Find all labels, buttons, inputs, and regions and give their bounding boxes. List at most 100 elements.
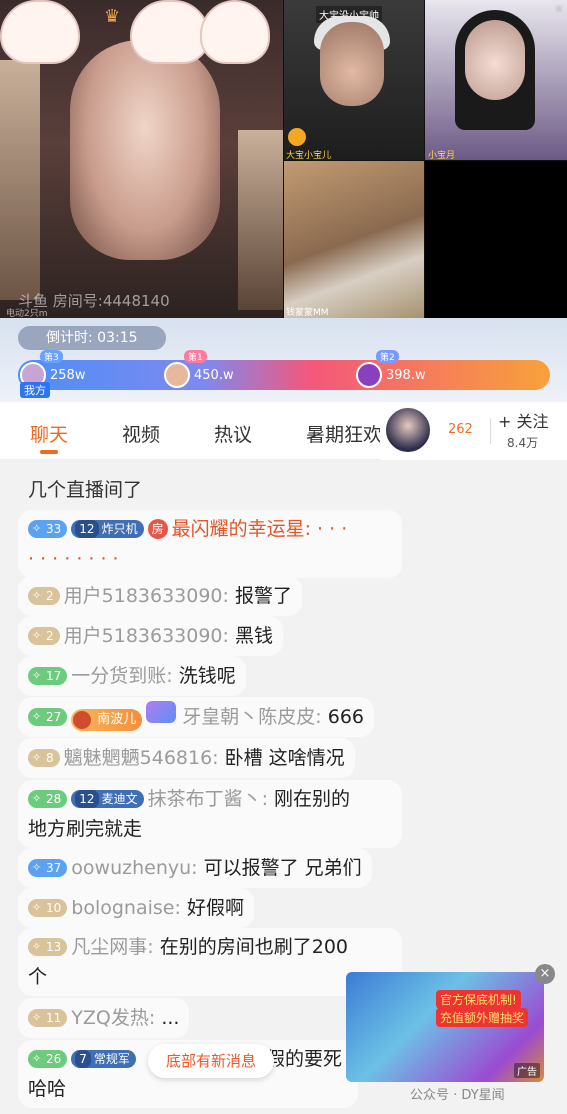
level-badge: 13 (28, 938, 68, 956)
room-tabs: 聊天 视频 热议 暑期狂欢 262 + 关注 8.4万 (0, 402, 567, 460)
list-item[interactable]: 3312炸只机房最闪耀的幸运星: · · · · · · · · · · · (18, 510, 402, 578)
message-text-cont: 哈哈 (28, 1078, 67, 1100)
level-badge: 17 (28, 667, 68, 685)
ad-banner[interactable]: 官方保底机制! 充值额外赠抽奖 广告 (346, 972, 544, 1082)
message-text: 卧槽 这啥情况 (224, 747, 345, 769)
tab-video[interactable]: 视频 (122, 420, 160, 447)
list-item[interactable]: 27 南波儿 牙皇朝丶陈皮皮: 666 (18, 697, 375, 737)
close-icon[interactable]: × (535, 964, 555, 984)
fan-name: 炸只机 (101, 522, 138, 536)
message-user[interactable]: 凡尘网事: (71, 936, 153, 958)
camera-small-label: 电动2只m (6, 309, 48, 318)
crown-icon: ♛ (104, 6, 121, 27)
message-text: 666 (327, 706, 365, 728)
message-text: 好假啊 (186, 897, 244, 919)
message-user[interactable]: 用户5183633090: (64, 625, 229, 647)
level-badge: 37 (28, 859, 68, 877)
pk-team-1[interactable]: 第1 450.w (164, 350, 234, 390)
medal-icon (146, 701, 177, 723)
list-item[interactable]: 37oowuzhenyu: 可以报警了 兄弟们 (18, 848, 372, 888)
ad-headline: 官方保底机制! (436, 990, 521, 1009)
ad-tag: 广告 (514, 1063, 540, 1078)
message-text-cont: 地方刷完就走 (28, 818, 143, 840)
pk-battle-bar[interactable]: 倒计时: 03:15 第3 258w 第1 450.w 第2 398.w 我方 (0, 318, 567, 402)
new-message-toast[interactable]: 底部有新消息 (148, 1044, 274, 1078)
my-side-label: 我方 (20, 382, 50, 398)
guest-face (465, 20, 525, 100)
fan-badge: 12 炸只机 (71, 520, 144, 538)
tab-summer-event[interactable]: 暑期狂欢 (306, 420, 382, 447)
message-text: 可以报警了 兄弟们 (203, 857, 362, 879)
tab-active-indicator (40, 450, 58, 454)
list-item[interactable]: 10bolognaise: 好假啊 (18, 888, 254, 928)
level-badge: 27 (28, 708, 68, 726)
follow-button[interactable]: + 关注 (498, 408, 549, 432)
noble-name: 南波儿 (97, 712, 137, 727)
fan-level: 12 (75, 790, 99, 808)
message-user[interactable]: bolognaise: (71, 897, 181, 919)
message-text: 刚在别的 (274, 788, 351, 810)
streamer-hair (0, 60, 40, 300)
guest-camera-1[interactable]: 大宝没小宝帅 大宝小宝儿 (284, 0, 424, 161)
live-video[interactable]: ♛ 斗鱼 房间号:4448140 电动2只m 大宝没小宝帅 大宝小宝儿 ▣ 小宝… (0, 0, 567, 318)
fan-badge: 7 常规军 (71, 1050, 136, 1068)
guest-name-label: 钱蒙蒙MM (286, 308, 329, 318)
avatar (164, 362, 190, 388)
anchor-heat: 262 (448, 422, 473, 437)
message-text: 几个直播间了 (28, 479, 143, 501)
ad-subline: 充值额外赠抽奖 (436, 1008, 529, 1027)
guest-name-label: 大宝小宝儿 (286, 151, 332, 161)
pk-countdown: 倒计时: 03:15 (18, 326, 166, 350)
level-badge: 2 (28, 587, 60, 605)
avatar (356, 362, 382, 388)
level-badge: 33 (28, 520, 68, 538)
level-badge: 26 (28, 1050, 68, 1068)
list-item[interactable]: 8魑魅魍魉546816: 卧槽 这啥情况 (18, 738, 355, 778)
main-streamer-camera[interactable]: ♛ 斗鱼 房间号:4448140 电动2只m (0, 0, 283, 318)
empty-camera-slot (425, 161, 567, 318)
rank-badge: 第3 (40, 350, 63, 363)
rank-badge: 第1 (184, 350, 207, 363)
room-manager-badge: 房 (147, 519, 168, 539)
pk-team-2[interactable]: 第2 398.w (356, 350, 426, 390)
list-item[interactable]: 2812麦迪文抹茶布丁酱丶: 刚在别的 地方刷完就走 (18, 780, 402, 848)
message-user[interactable]: 最闪耀的幸运星: (172, 518, 311, 540)
tab-discuss[interactable]: 热议 (214, 420, 252, 447)
camera-icon: ▣ (554, 4, 563, 14)
guest-badge-icon (288, 128, 306, 146)
anchor-avatar[interactable] (384, 406, 432, 454)
message-user[interactable]: YZQ发热: (71, 1007, 155, 1029)
level-badge: 11 (28, 1009, 68, 1027)
chat-list[interactable]: 几个直播间了 3312炸只机房最闪耀的幸运星: · · · · · · · · … (0, 460, 567, 1114)
message-user[interactable]: oowuzhenyu: (71, 857, 197, 879)
tab-chat[interactable]: 聊天 (30, 420, 68, 447)
message-text: ... (161, 1007, 180, 1029)
message-user[interactable]: 牙皇朝丶陈皮皮: (182, 706, 321, 728)
list-item[interactable]: 11YZQ发热: ... (18, 998, 190, 1038)
pk-score: 258w (50, 367, 86, 383)
message-user[interactable]: 用户5183633090: (64, 585, 229, 607)
message-user[interactable]: 魑魅魍魉546816: (64, 747, 219, 769)
pk-score-bar[interactable]: 第3 258w 第1 450.w 第2 398.w (18, 350, 550, 390)
anchor-card[interactable]: 262 + 关注 8.4万 (380, 402, 567, 460)
guest-camera-2[interactable]: ▣ 小宝月 (425, 0, 567, 161)
guest-camera-3[interactable]: 钱蒙蒙MM (284, 161, 424, 318)
wechat-watermark: 公众号 · DY星闻 (410, 1088, 505, 1103)
rank-badge: 第2 (376, 350, 399, 363)
fan-name: 麦迪文 (101, 792, 138, 806)
list-item[interactable]: 13凡尘网事: 在别的房间也刷了200 个 (18, 928, 402, 996)
list-item[interactable]: 2用户5183633090: 黑钱 (18, 616, 283, 656)
message-user[interactable]: 一分货到账: (71, 665, 172, 687)
fan-badge: 12 麦迪文 (71, 790, 144, 808)
message-text-cont: 个 (28, 966, 48, 988)
message-text: 假的要死 (265, 1048, 342, 1070)
divider (490, 418, 491, 444)
message-text: 黑钱 (234, 625, 273, 647)
message-user[interactable]: 抹茶布丁酱丶: (148, 788, 268, 810)
list-item[interactable]: 17一分货到账: 洗钱呢 (18, 656, 246, 696)
level-badge: 28 (28, 790, 68, 808)
bunny-ear-right (200, 0, 270, 64)
list-item[interactable]: 2用户5183633090: 报警了 (18, 576, 302, 616)
list-item[interactable]: 几个直播间了 (18, 470, 152, 510)
bunny-ears-effect: ♛ (0, 0, 283, 70)
